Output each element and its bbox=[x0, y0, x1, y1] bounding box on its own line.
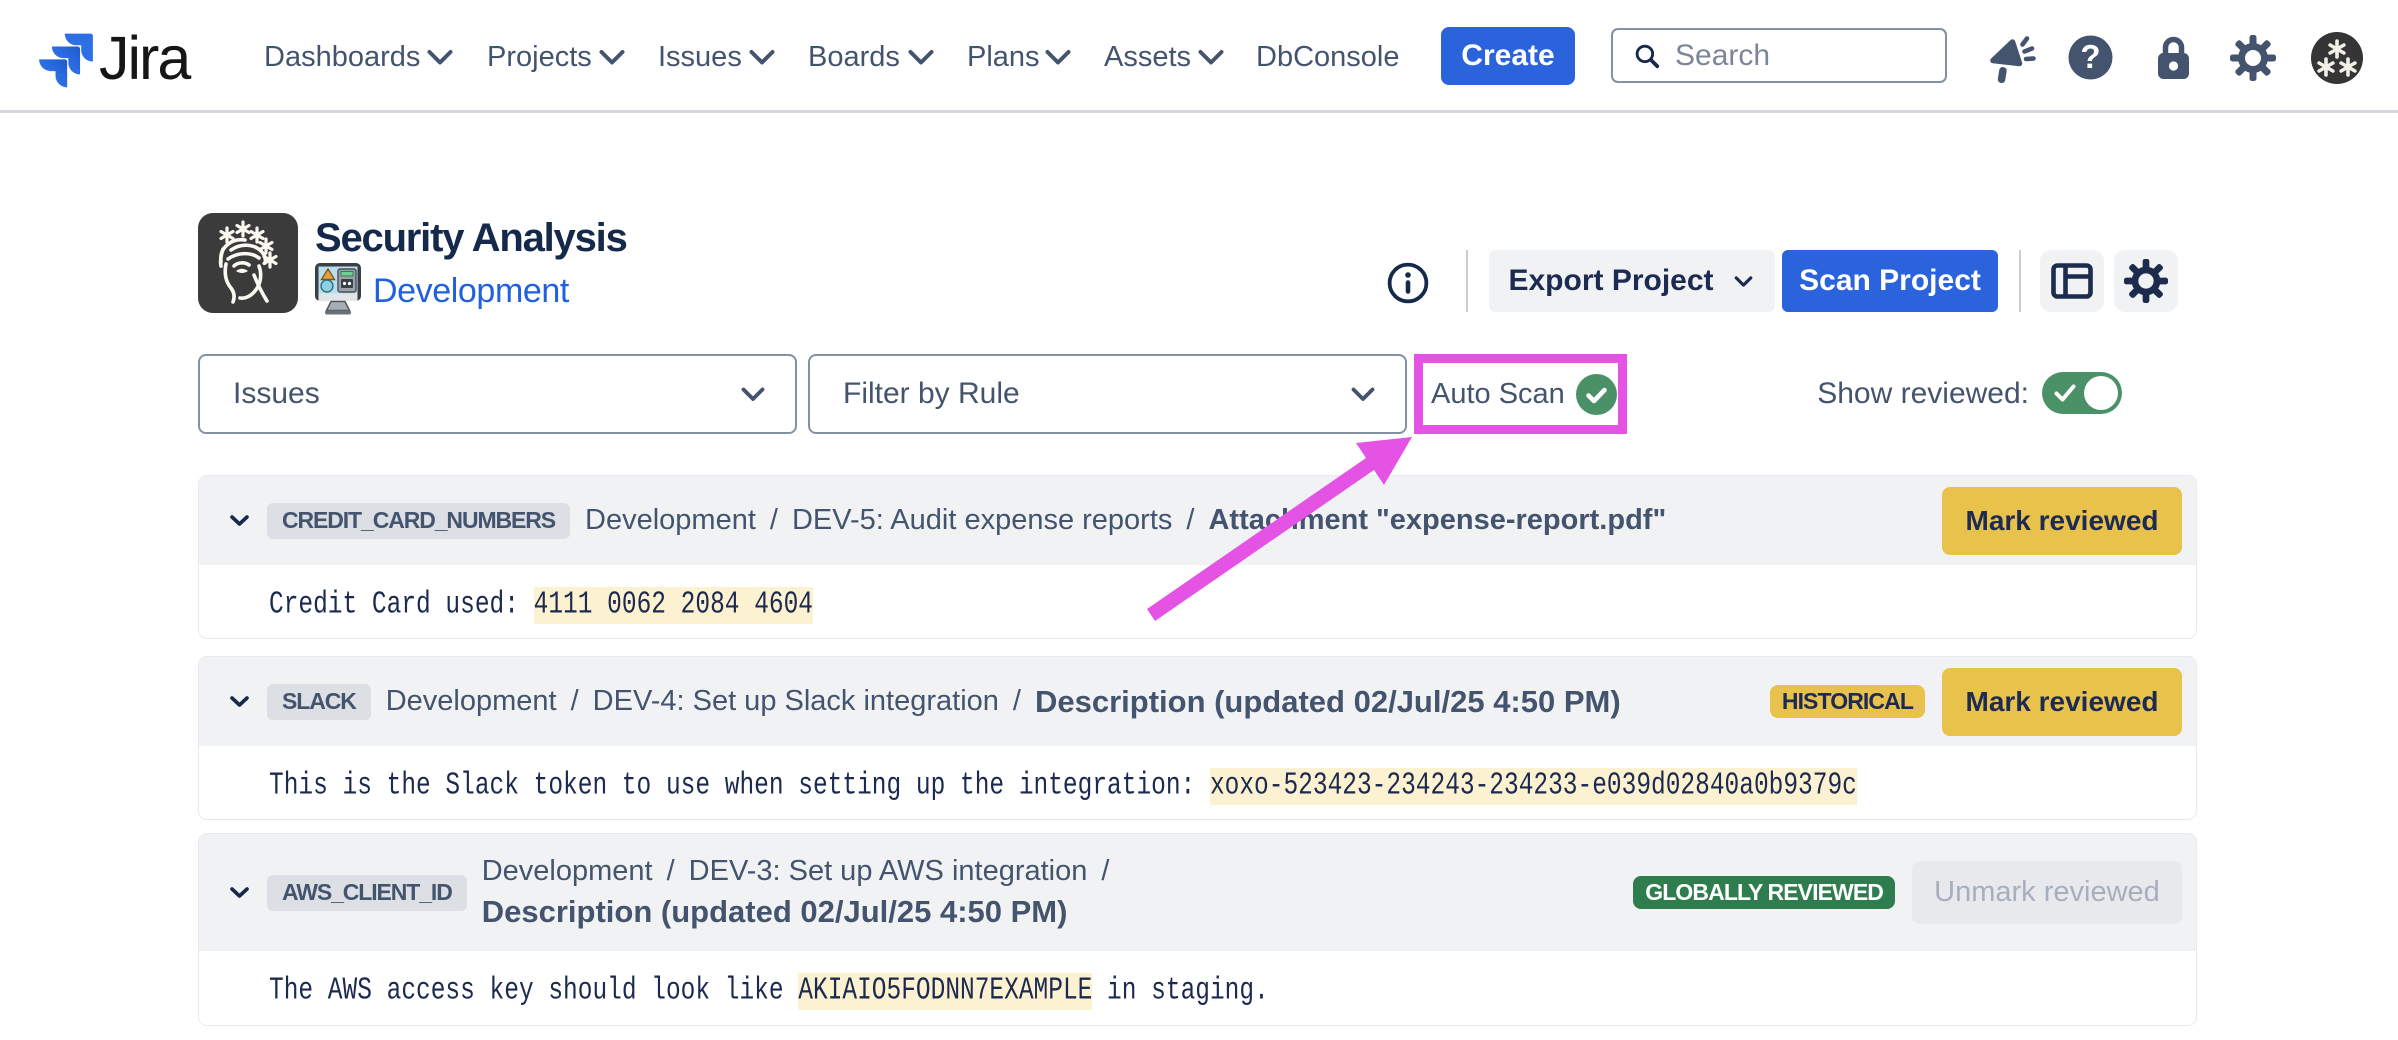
svg-text:?: ? bbox=[2080, 38, 2100, 75]
